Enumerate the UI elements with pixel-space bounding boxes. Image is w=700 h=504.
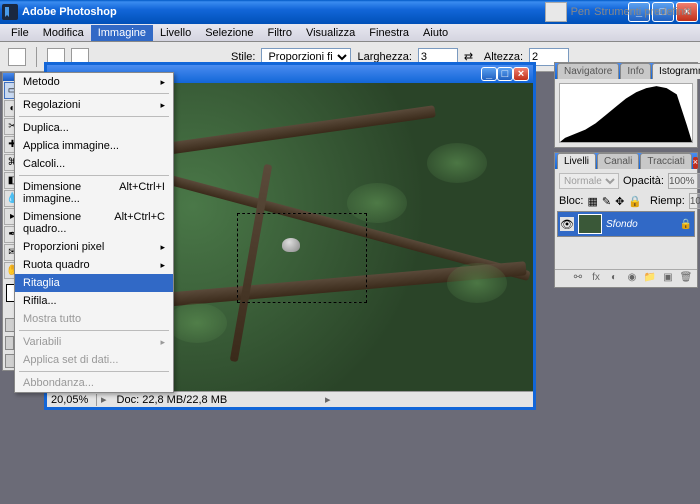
width-label: Larghezza: xyxy=(357,51,411,63)
menu-immagine[interactable]: Immagine xyxy=(91,25,153,41)
menu-item-ruota-quadro[interactable]: Ruota quadro xyxy=(15,256,173,274)
opacity-label: Opacità: xyxy=(623,175,664,187)
menu-item-rifila-[interactable]: Rifila... xyxy=(15,292,173,310)
menu-modifica[interactable]: Modifica xyxy=(36,25,91,41)
doc-minimize[interactable]: _ xyxy=(481,67,497,81)
menubar: File Modifica Immagine Livello Selezione… xyxy=(0,24,700,42)
layers-panel: Livelli Canali Tracciati × Normale Opaci… xyxy=(554,152,698,288)
status-bar: 20,05% ▸ Doc: 22,8 MB/22,8 MB ▸ xyxy=(47,391,533,407)
lock-icon: 🔒 xyxy=(680,219,692,230)
lock-move-icon[interactable]: ✥ xyxy=(615,195,624,208)
lock-label: Bloc: xyxy=(559,195,583,207)
menu-visualizza[interactable]: Visualizza xyxy=(299,25,362,41)
immagine-dropdown: Metodo Regolazioni Duplica...Applica immag… xyxy=(14,72,174,393)
visibility-icon[interactable]: 👁 xyxy=(560,217,574,231)
panel-close[interactable]: × xyxy=(693,157,698,169)
style-label: Stile: xyxy=(231,51,255,63)
delete-layer-icon[interactable]: 🗑 xyxy=(679,272,693,286)
menu-item-applica-set-di-dati-: Applica set di dati... xyxy=(15,351,173,369)
histogram-display xyxy=(559,83,693,143)
menu-item-proporzioni-pixel[interactable]: Proporzioni pixel xyxy=(15,238,173,256)
link-layers-icon[interactable]: ⚯ xyxy=(571,272,585,286)
layer-mask-icon[interactable]: ◐ xyxy=(607,272,621,286)
doc-info: Doc: 22,8 MB/22,8 MB xyxy=(111,394,321,406)
menu-item-variabili: Variabili xyxy=(15,333,173,351)
tab-navigatore[interactable]: Navigatore xyxy=(557,63,619,79)
screen-standard[interactable] xyxy=(5,336,14,350)
menu-item-regolazioni[interactable]: Regolazioni xyxy=(15,96,173,114)
zoom-field[interactable]: 20,05% xyxy=(47,394,97,406)
lock-trans-icon[interactable]: ▦ xyxy=(587,195,597,208)
blend-mode-select[interactable]: Normale xyxy=(559,173,619,189)
tab-info[interactable]: Info xyxy=(620,63,651,79)
doc-close[interactable]: × xyxy=(513,67,529,81)
tool-presets-label[interactable]: Strumenti predefiniti xyxy=(594,6,692,18)
height-label: Altezza: xyxy=(484,51,523,63)
layer-name[interactable]: Sfondo xyxy=(606,219,676,230)
menu-item-ritaglia[interactable]: Ritaglia xyxy=(15,274,173,292)
tab-tracciati[interactable]: Tracciati xyxy=(640,153,691,169)
tab-canali[interactable]: Canali xyxy=(597,153,639,169)
workspace: ▭ ✥ ◐ ✦ ✂ ◫ ✚ ✎ ⌘ ↻ ◧ ◐ 💧 ○ ▸ T ✒ ▭ ✉ ⌖ … xyxy=(0,72,700,504)
menu-item-metodo[interactable]: Metodo xyxy=(15,73,173,91)
brush-preset-button[interactable] xyxy=(545,2,567,22)
tool-preset-icon[interactable] xyxy=(8,48,26,66)
tab-istogramma[interactable]: Istogramma xyxy=(652,63,700,79)
adjustment-layer-icon[interactable]: ◉ xyxy=(625,272,639,286)
layer-thumbnail[interactable] xyxy=(578,214,602,234)
app-icon xyxy=(2,4,18,20)
menu-filtro[interactable]: Filtro xyxy=(261,25,299,41)
menu-item-mostra-tutto: Mostra tutto xyxy=(15,310,173,328)
histogram-panel: Navigatore Info Istogramma × xyxy=(554,62,698,148)
menu-selezione[interactable]: Selezione xyxy=(198,25,260,41)
app-title: Adobe Photoshop xyxy=(22,6,628,18)
menu-item-applica-immagine-[interactable]: Applica immagine... xyxy=(15,137,173,155)
lock-all-icon[interactable]: 🔒 xyxy=(628,195,642,208)
menu-aiuto[interactable]: Aiuto xyxy=(416,25,455,41)
menu-item-abbondanza-: Abbondanza... xyxy=(15,374,173,392)
group-icon[interactable]: 📁 xyxy=(643,272,657,286)
fill-input[interactable] xyxy=(689,193,700,209)
menu-file[interactable]: File xyxy=(4,25,36,41)
pen-label: Pen xyxy=(571,6,591,18)
menu-item-dimensione-quadro-[interactable]: Dimensione quadro...Alt+Ctrl+C xyxy=(15,208,173,238)
menu-finestra[interactable]: Finestra xyxy=(362,25,416,41)
layer-style-icon[interactable]: fx xyxy=(589,272,603,286)
doc-maximize[interactable]: □ xyxy=(497,67,513,81)
menu-item-dimensione-immagine-[interactable]: Dimensione immagine...Alt+Ctrl+I xyxy=(15,178,173,208)
opacity-input[interactable] xyxy=(668,173,700,189)
lock-paint-icon[interactable]: ✎ xyxy=(602,195,611,208)
menu-livello[interactable]: Livello xyxy=(153,25,198,41)
fill-label: Riemp: xyxy=(650,195,685,207)
layer-row[interactable]: 👁 Sfondo 🔒 xyxy=(557,211,695,237)
new-layer-icon[interactable]: ▣ xyxy=(661,272,675,286)
menu-item-duplica-[interactable]: Duplica... xyxy=(15,119,173,137)
menu-item-calcoli-[interactable]: Calcoli... xyxy=(15,155,173,173)
selection-marquee[interactable] xyxy=(237,213,367,303)
tab-livelli[interactable]: Livelli xyxy=(557,153,596,169)
